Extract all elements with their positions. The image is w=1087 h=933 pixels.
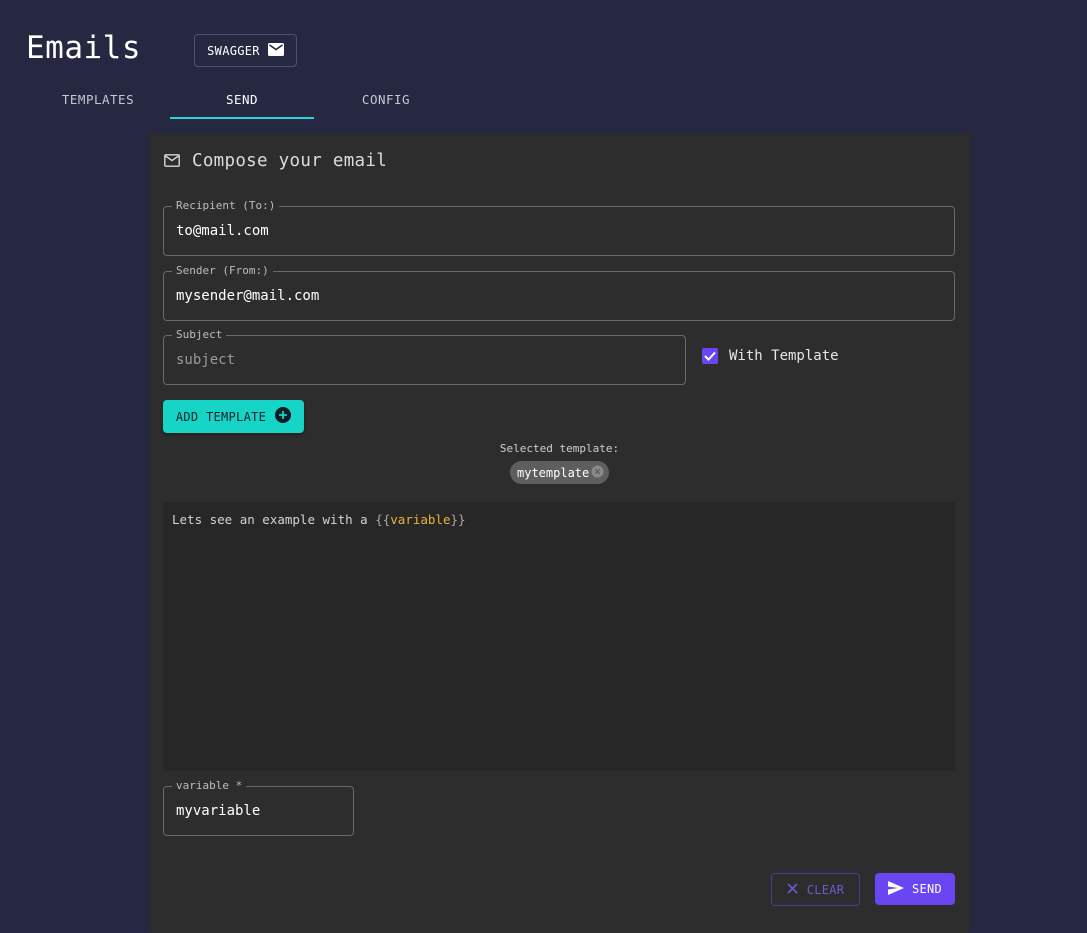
cancel-icon[interactable] (591, 465, 604, 481)
with-template-toggle[interactable]: With Template (702, 348, 839, 364)
selected-template-label: Selected template: (499, 442, 620, 455)
close-icon (787, 882, 798, 897)
compose-card: Compose your email Recipient (To:) Sende… (149, 133, 970, 933)
selected-template-chip[interactable]: mytemplate (510, 461, 609, 484)
checkmark-icon (704, 351, 716, 361)
recipient-input[interactable] (176, 207, 942, 255)
with-template-checkbox[interactable] (702, 348, 718, 364)
subject-input[interactable] (176, 336, 673, 384)
compose-title: Compose your email (192, 151, 388, 171)
swagger-label: SWAGGER (207, 43, 260, 58)
send-icon (887, 880, 904, 898)
editor-open-brace: {{ (375, 512, 391, 527)
tab-config[interactable]: CONFIG (314, 80, 458, 118)
send-button[interactable]: SEND (875, 873, 955, 905)
add-template-label: ADD TEMPLATE (175, 409, 267, 424)
send-label: SEND (911, 882, 943, 896)
sender-field: Sender (From:) (163, 264, 955, 321)
editor-close-brace: }} (450, 512, 466, 527)
swagger-button[interactable]: SWAGGER (194, 34, 297, 67)
with-template-label: With Template (729, 348, 839, 364)
mail-outline-icon (164, 152, 180, 171)
mail-icon (267, 42, 284, 59)
editor-text: Lets see an example with a (172, 512, 376, 527)
compose-header: Compose your email (164, 151, 387, 171)
recipient-field: Recipient (To:) (163, 199, 955, 256)
add-circle-icon (275, 407, 292, 426)
sender-input[interactable] (176, 272, 942, 320)
variable-field: variable * (163, 779, 354, 836)
tab-send[interactable]: SEND (170, 80, 314, 119)
add-template-button[interactable]: ADD TEMPLATE (163, 400, 304, 433)
tab-bar: TEMPLATES SEND CONFIG (26, 80, 458, 120)
clear-button[interactable]: CLEAR (771, 873, 860, 906)
tab-templates[interactable]: TEMPLATES (26, 80, 170, 118)
variable-input[interactable] (176, 787, 341, 835)
clear-label: CLEAR (806, 882, 845, 897)
page-title: Emails (26, 30, 141, 66)
editor-variable: variable (390, 512, 451, 527)
subject-field: Subject (163, 328, 686, 385)
template-editor[interactable]: Lets see an example with a {{variable}} (163, 502, 955, 771)
selected-template-name: mytemplate (517, 465, 590, 480)
